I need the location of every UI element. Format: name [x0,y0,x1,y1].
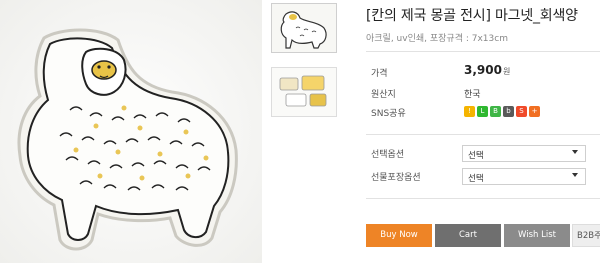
wish-list-button[interactable]: Wish List [504,224,570,247]
thumbnail-sheep-magnet[interactable] [271,3,337,53]
option1-row: 선택옵션 선택 [366,145,600,162]
thumbnail-magnet-set[interactable] [271,67,337,117]
cart-button[interactable]: Cart [435,224,501,247]
option2-label: 선물포장옵션 [371,173,421,183]
product-info-panel: [칸의 제국 몽골 전시] 마그넷_회색양 아크릴, uv인쇄, 포장규격 : … [366,0,600,263]
chevron-down-icon [572,150,578,154]
chevron-down-icon [572,173,578,177]
band-icon[interactable]: B [490,106,501,117]
sns-label: SNS공유 [371,109,406,119]
price-unit: 원 [502,67,511,76]
line-icon[interactable]: L [477,106,488,117]
origin-value: 한국 [464,90,481,100]
divider [366,198,600,199]
option2-selected-value: 선택 [468,174,484,184]
sns-share-icons: ! L B b S + [464,106,540,117]
price-label: 가격 [371,69,388,79]
price-amount: 3,900 [464,63,502,77]
sheep-magnet-illustration [0,0,262,263]
sns-row: SNS공유 ! L B b S + [366,104,600,120]
option2-select[interactable]: 선택 [462,168,586,185]
magnet-set-thumbnail-image [272,68,336,116]
origin-label: 원산지 [371,90,396,100]
option2-row: 선물포장옵션 선택 [366,168,600,185]
divider [366,51,600,52]
product-subtitle: 아크릴, uv인쇄, 포장규격 : 7x13cm [366,34,508,44]
b2b-order-button[interactable]: B2B주 [572,224,600,247]
price-value: 3,900원 [464,63,510,77]
plus-icon[interactable]: + [529,106,540,117]
product-title: [칸의 제국 몽골 전시] 마그넷_회색양 [366,8,578,24]
option1-label: 선택옵션 [371,150,405,160]
buy-now-button[interactable]: Buy Now [366,224,432,247]
origin-row: 원산지 한국 [366,85,600,101]
divider [366,134,600,135]
price-row: 가격 3,900원 [366,63,600,80]
kakaostory-icon[interactable]: ! [464,106,475,117]
share-icon[interactable]: S [516,106,527,117]
sheep-thumbnail-image [272,4,336,52]
option1-select[interactable]: 선택 [462,145,586,162]
blog-icon[interactable]: b [503,106,514,117]
main-product-image [0,0,262,263]
option1-selected-value: 선택 [468,151,484,161]
